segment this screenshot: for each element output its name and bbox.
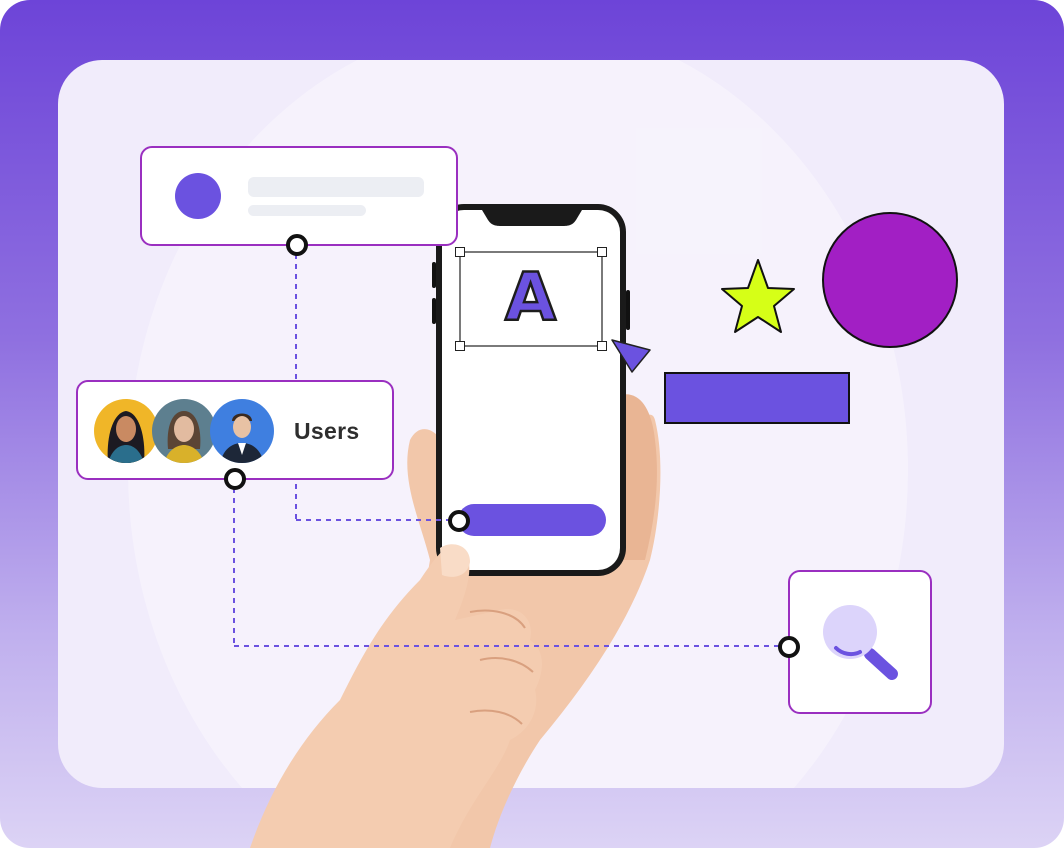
profile-card	[140, 146, 458, 246]
rectangle-shape[interactable]	[664, 372, 850, 424]
connector-node[interactable]	[286, 234, 308, 256]
avatar	[175, 173, 221, 219]
connector-node[interactable]	[778, 636, 800, 658]
resize-handle-bottom-right[interactable]	[597, 341, 607, 351]
connector-node[interactable]	[224, 468, 246, 490]
search-card[interactable]	[788, 570, 932, 714]
text-glyph: A	[504, 258, 558, 338]
avatar	[210, 399, 274, 463]
subtitle-placeholder	[248, 205, 366, 216]
resize-handle-bottom-left[interactable]	[455, 341, 465, 351]
resize-handle-top-right[interactable]	[597, 247, 607, 257]
resize-handle-top-left[interactable]	[455, 247, 465, 257]
search-icon	[823, 605, 898, 680]
users-card[interactable]: Users	[76, 380, 394, 480]
avatar	[152, 399, 216, 463]
illustration-stage: A Users	[0, 0, 1064, 848]
phone-action-button[interactable]	[458, 504, 606, 536]
avatar	[94, 399, 158, 463]
title-placeholder	[248, 177, 424, 197]
circle-shape[interactable]	[822, 212, 958, 348]
users-label: Users	[294, 418, 360, 444]
connector-node[interactable]	[448, 510, 470, 532]
